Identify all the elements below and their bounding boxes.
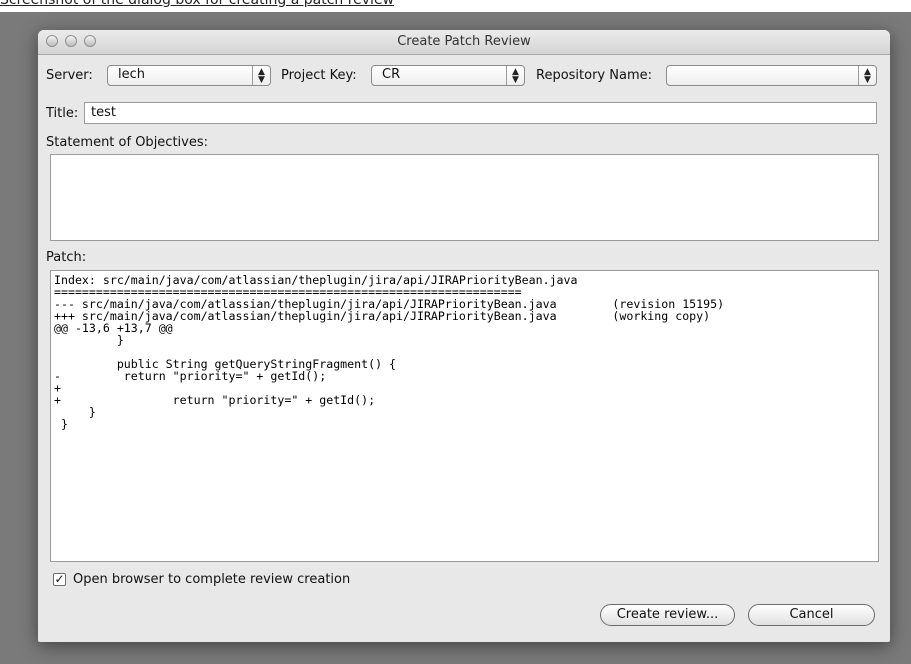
- page-caption: Screenshot of the dialog box for creatin…: [0, 0, 480, 8]
- objectives-textarea[interactable]: [50, 154, 879, 241]
- project-key-select-value: CR: [382, 67, 401, 82]
- open-browser-checkbox[interactable]: ✓: [53, 573, 66, 586]
- cancel-button[interactable]: Cancel: [748, 604, 875, 626]
- server-select-value: lech: [118, 67, 145, 82]
- patch-label: Patch:: [46, 250, 87, 265]
- updown-arrows-icon: ▲ ▼: [506, 66, 524, 85]
- server-label: Server:: [46, 68, 93, 83]
- server-select[interactable]: lech ▲ ▼: [107, 65, 271, 86]
- title-input-value: test: [91, 105, 116, 120]
- updown-arrows-icon: ▲ ▼: [858, 66, 876, 85]
- repository-name-label: Repository Name:: [536, 68, 652, 83]
- create-review-button[interactable]: Create review...: [600, 604, 735, 626]
- checkmark-icon: ✓: [54, 572, 65, 586]
- objectives-label: Statement of Objectives:: [46, 135, 208, 150]
- project-key-select[interactable]: CR ▲ ▼: [371, 65, 525, 86]
- title-label: Title:: [46, 106, 79, 121]
- title-input[interactable]: test: [84, 102, 877, 124]
- repository-name-select[interactable]: ▲ ▼: [666, 65, 877, 86]
- open-browser-label: Open browser to complete review creation: [73, 572, 351, 587]
- create-patch-review-dialog: Create Patch Review Server: lech ▲ ▼ Proj…: [38, 30, 890, 642]
- window-title: Create Patch Review: [397, 34, 531, 49]
- updown-arrows-icon: ▲ ▼: [252, 66, 270, 85]
- patch-text: Index: src/main/java/com/atlassian/thepl…: [54, 273, 725, 431]
- patch-textarea[interactable]: Index: src/main/java/com/atlassian/thepl…: [50, 270, 879, 562]
- titlebar: Create Patch Review: [38, 30, 890, 55]
- project-key-label: Project Key:: [281, 68, 357, 83]
